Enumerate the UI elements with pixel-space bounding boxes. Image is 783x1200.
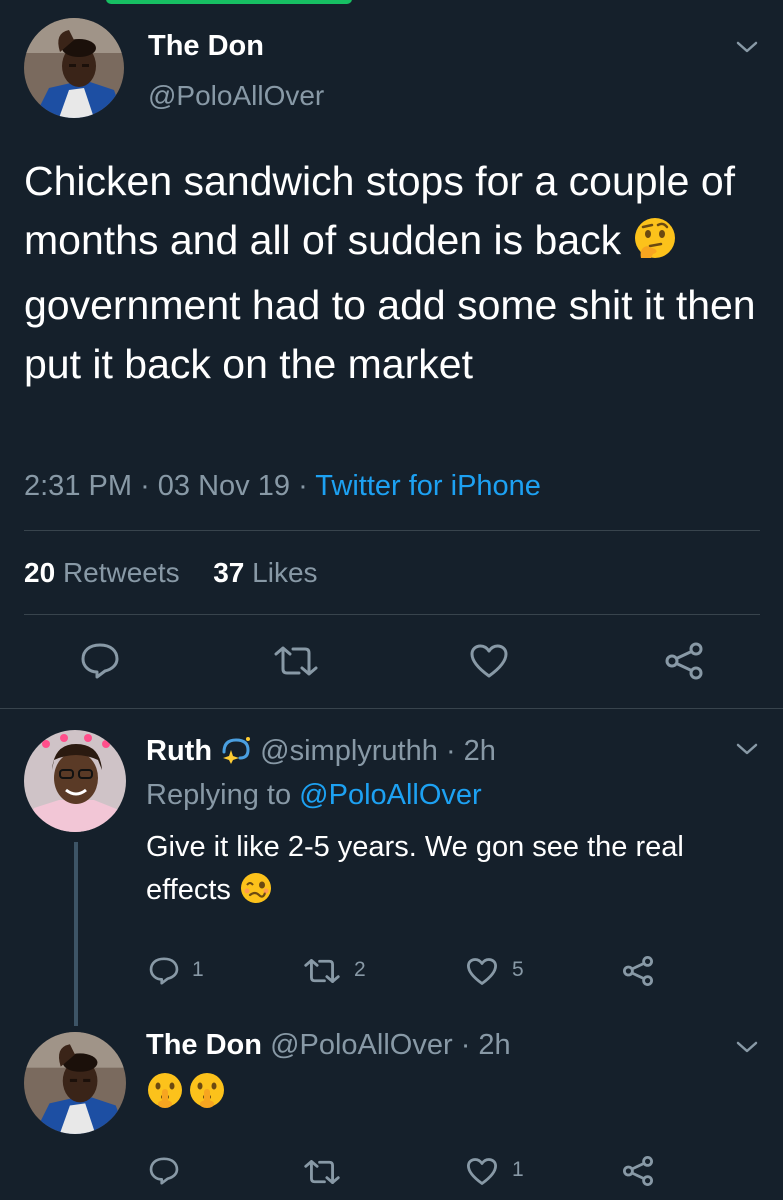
tweet-meta: 2:31 PM · 03 Nov 19 · Twitter for iPhone <box>24 470 541 503</box>
replying-to-handle[interactable]: @PoloAllOver <box>299 779 482 811</box>
share-icon[interactable] <box>622 1155 654 1187</box>
divider <box>0 708 783 709</box>
replying-to: Replying to @PoloAllOver <box>146 779 482 812</box>
reply-author-handle[interactable]: @simplyruthh <box>260 735 438 767</box>
reply-icon[interactable] <box>79 642 121 680</box>
reply-emojis <box>146 1071 226 1114</box>
shushing-face-emoji <box>188 1071 226 1114</box>
reply-icon[interactable] <box>148 956 180 986</box>
reply-author-name[interactable]: The Don <box>146 1029 262 1061</box>
tweet-stats: 20 Retweets 37 Likes <box>24 557 318 589</box>
likes-stat[interactable]: 37 Likes <box>213 557 317 588</box>
avatar[interactable] <box>24 18 124 118</box>
reply-time[interactable]: 2h <box>464 735 496 767</box>
retweet-count: 2 <box>354 958 366 981</box>
like-count: 5 <box>512 958 524 981</box>
dizzy-sparkle-emoji <box>220 734 252 772</box>
retweets-label: Retweets <box>62 557 180 588</box>
top-edge-sliver <box>106 0 352 4</box>
tweet-date[interactable]: 03 Nov 19 <box>158 470 290 502</box>
reply-author-handle[interactable]: @PoloAllOver <box>270 1029 453 1061</box>
tweet-text-part1: Chicken sandwich stops for a couple of m… <box>24 158 736 263</box>
tweet-time[interactable]: 2:31 PM <box>24 470 132 502</box>
like-heart-icon[interactable] <box>469 643 509 679</box>
meta-separator: · <box>298 470 308 502</box>
reply-author-name[interactable]: Ruth <box>146 735 212 767</box>
likes-label: Likes <box>252 557 318 588</box>
retweet-count: 20 <box>24 557 56 588</box>
author-handle[interactable]: @PoloAllOver <box>148 80 324 112</box>
chevron-down-icon[interactable] <box>736 742 758 756</box>
replying-to-label: Replying to <box>146 779 292 811</box>
tweet-text: Chicken sandwich stops for a couple of m… <box>24 152 764 394</box>
retweet-icon[interactable] <box>273 645 319 677</box>
reply-icon[interactable] <box>148 1156 180 1186</box>
reply-time[interactable]: 2h <box>478 1029 510 1061</box>
tweet-text-part2: government had to add some shit it then … <box>24 282 756 387</box>
meta-separator: · <box>140 470 150 502</box>
share-icon[interactable] <box>664 641 704 681</box>
shushing-face-emoji <box>146 1071 184 1114</box>
avatar[interactable] <box>24 730 126 832</box>
tweet-source[interactable]: Twitter for iPhone <box>315 470 541 502</box>
like-heart-icon[interactable] <box>466 957 498 986</box>
thread-line <box>74 842 78 1026</box>
like-heart-icon[interactable] <box>466 1157 498 1186</box>
woozy-face-emoji <box>239 871 273 918</box>
retweet-icon[interactable] <box>303 958 341 984</box>
thinking-face-emoji <box>633 216 677 276</box>
meta-separator: · <box>445 735 456 767</box>
reply-count: 1 <box>192 958 204 981</box>
like-count: 37 <box>213 557 245 588</box>
share-icon[interactable] <box>622 955 654 987</box>
reply-header: Ruth @simplyruthh · 2h <box>146 734 496 772</box>
chevron-down-icon[interactable] <box>736 40 758 54</box>
retweet-icon[interactable] <box>303 1159 341 1185</box>
reply-text-content: Give it like 2-5 years. We gon see the r… <box>146 831 684 906</box>
meta-separator: · <box>460 1029 471 1061</box>
like-count: 1 <box>512 1158 524 1181</box>
author-name[interactable]: The Don <box>148 30 264 63</box>
reply-text: Give it like 2-5 years. We gon see the r… <box>146 826 746 918</box>
chevron-down-icon[interactable] <box>736 1040 758 1054</box>
avatar[interactable] <box>24 1032 126 1134</box>
reply-header: The Don @PoloAllOver · 2h <box>146 1029 511 1062</box>
divider <box>24 614 760 615</box>
retweets-stat[interactable]: 20 Retweets <box>24 557 180 588</box>
divider <box>24 530 760 531</box>
